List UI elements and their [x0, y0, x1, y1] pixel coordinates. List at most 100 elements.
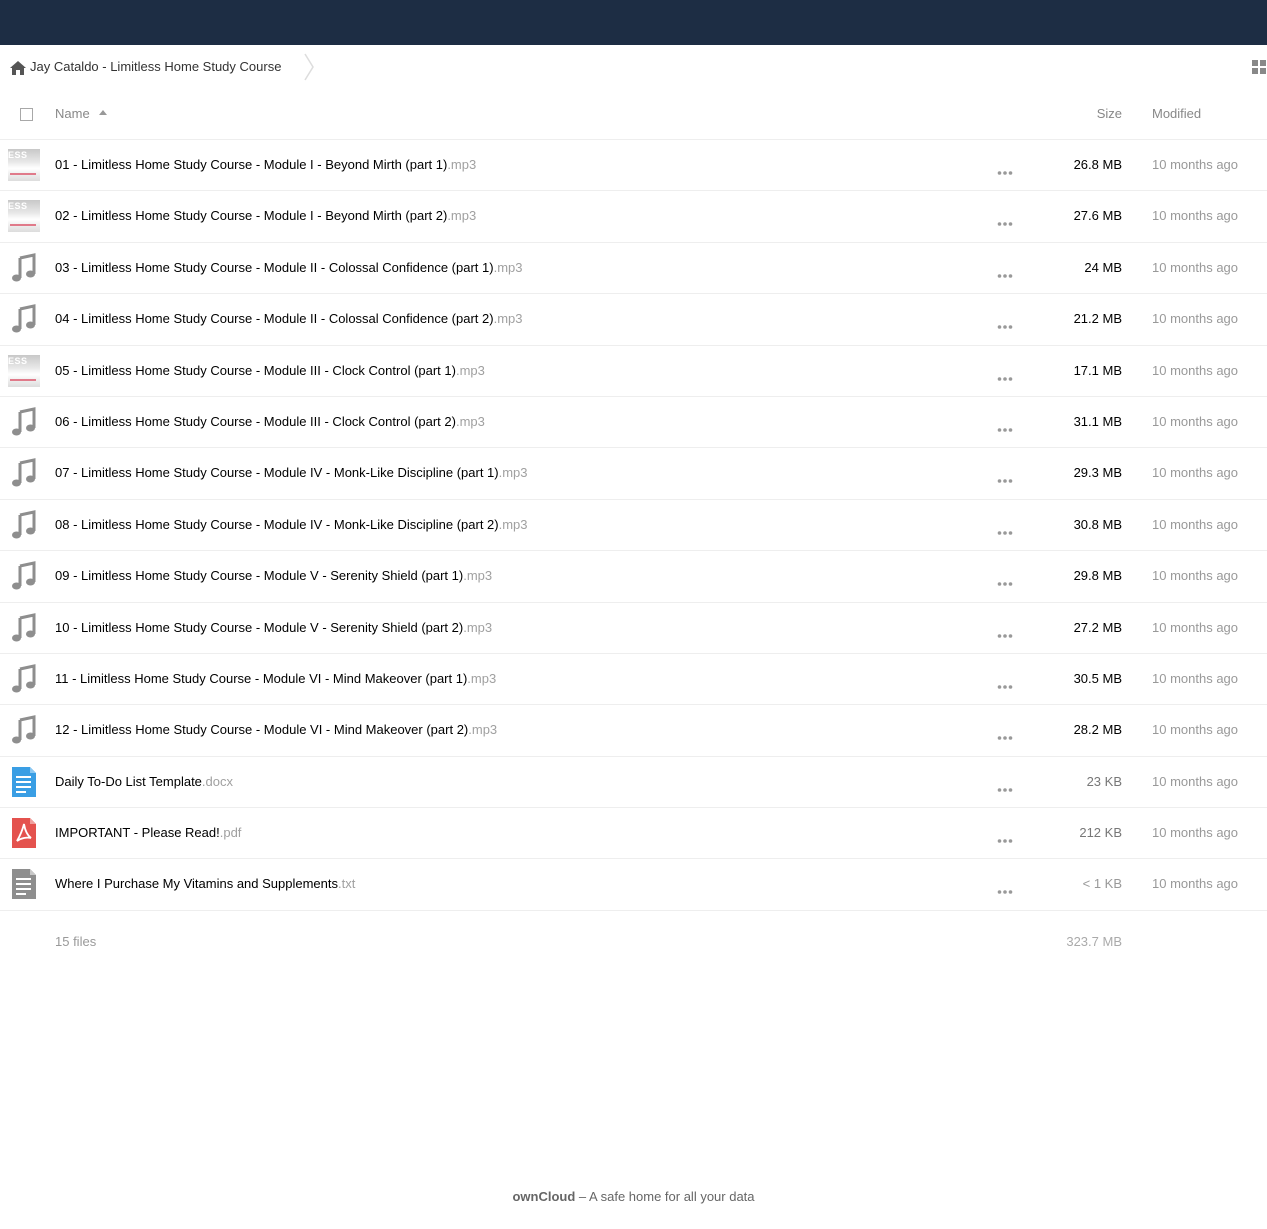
file-basename: Daily To-Do List Template — [55, 773, 202, 789]
file-name[interactable]: 07 - Limitless Home Study Course - Modul… — [55, 465, 528, 481]
sort-ascending-icon[interactable] — [99, 110, 107, 115]
file-row[interactable]: 06 - Limitless Home Study Course - Modul… — [0, 397, 1267, 449]
music-note-icon — [8, 303, 40, 335]
total-size: 323.7 MB — [1066, 934, 1122, 949]
file-name[interactable]: 08 - Limitless Home Study Course - Modul… — [55, 517, 528, 533]
music-note-icon — [8, 252, 40, 284]
more-actions-icon[interactable] — [997, 266, 1013, 278]
file-row[interactable]: Daily To-Do List Template.docx 23 KB 10 mo… — [0, 757, 1267, 809]
text-file-icon — [8, 868, 40, 900]
pdf-icon — [8, 817, 40, 849]
more-actions-icon[interactable] — [997, 728, 1013, 741]
file-row[interactable]: 09 - Limitless Home Study Course - Modul… — [0, 551, 1267, 603]
file-size: 28.2 MB — [1073, 722, 1122, 738]
more-actions-icon[interactable] — [997, 882, 1013, 895]
file-modified: 10 months ago — [1152, 876, 1239, 892]
file-size: < 1 KB — [1082, 876, 1122, 892]
file-basename: IMPORTANT - Please Read! — [55, 825, 220, 841]
more-actions-icon[interactable] — [997, 831, 1013, 843]
file-count: 15 files — [55, 934, 97, 949]
footer-tagline: – A safe home for all your data — [575, 1189, 755, 1204]
file-modified: 10 months ago — [1152, 259, 1239, 275]
file-extension: .mp3 — [463, 568, 493, 584]
file-row[interactable]: ESS 02 - Limitless Home Study Course - Mo… — [0, 191, 1267, 243]
column-header-name[interactable]: Name — [55, 106, 90, 122]
file-basename: 08 - Limitless Home Study Course - Modul… — [55, 516, 499, 532]
more-actions-icon[interactable] — [997, 214, 1013, 227]
more-actions-icon[interactable] — [997, 626, 1013, 638]
music-note-icon — [8, 457, 40, 489]
column-header-modified[interactable]: Modified — [1152, 106, 1201, 122]
select-all-checkbox[interactable] — [20, 108, 33, 121]
file-name[interactable]: 05 - Limitless Home Study Course - Modul… — [55, 363, 485, 379]
file-row[interactable]: 10 - Limitless Home Study Course - Modul… — [0, 603, 1267, 654]
file-extension: .mp3 — [493, 259, 523, 275]
file-size: 29.3 MB — [1073, 465, 1122, 481]
file-extension: .mp3 — [467, 670, 497, 686]
footer-brand[interactable]: ownCloud — [512, 1189, 575, 1204]
more-actions-icon[interactable] — [997, 677, 1013, 689]
thumbnail-text: ESS — [8, 201, 28, 212]
more-actions-icon[interactable] — [997, 163, 1013, 175]
file-extension: .mp3 — [468, 722, 498, 738]
file-modified: 10 months ago — [1152, 619, 1239, 635]
file-row[interactable]: 07 - Limitless Home Study Course - Modul… — [0, 448, 1267, 500]
file-name[interactable]: 06 - Limitless Home Study Course - Modul… — [55, 414, 485, 430]
file-size: 17.1 MB — [1073, 362, 1122, 378]
file-basename: 07 - Limitless Home Study Course - Modul… — [55, 465, 499, 481]
file-name[interactable]: 02 - Limitless Home Study Course - Modul… — [55, 208, 476, 224]
file-size: 26.8 MB — [1073, 157, 1122, 172]
file-row[interactable]: ESS 05 - Limitless Home Study Course - Mo… — [0, 346, 1267, 397]
file-name[interactable]: 12 - Limitless Home Study Course - Modul… — [55, 722, 497, 738]
file-extension: .mp3 — [447, 157, 477, 172]
file-extension: .docx — [201, 773, 233, 789]
music-note-icon — [8, 509, 40, 541]
footer: ownCloud – A safe home for all your data — [0, 1189, 1267, 1204]
thumbnail-text: ESS — [8, 150, 28, 160]
file-name[interactable]: 10 - Limitless Home Study Course - Modul… — [55, 620, 492, 636]
file-row[interactable]: 04 - Limitless Home Study Course - Modul… — [0, 294, 1267, 346]
more-actions-icon[interactable] — [997, 523, 1013, 535]
breadcrumb-folder[interactable]: Jay Cataldo - Limitless Home Study Cours… — [30, 59, 281, 75]
breadcrumb: Jay Cataldo - Limitless Home Study Cours… — [0, 45, 1267, 89]
file-list: ESS 01 - Limitless Home Study Course - Mo… — [0, 140, 1267, 911]
column-header-size[interactable]: Size — [1097, 106, 1122, 122]
file-modified: 10 months ago — [1152, 825, 1239, 841]
file-row[interactable]: IMPORTANT - Please Read!.pdf 212 KB 10 mon… — [0, 808, 1267, 860]
more-actions-icon[interactable] — [997, 471, 1013, 484]
file-modified: 10 months ago — [1152, 722, 1239, 738]
file-row[interactable]: 03 - Limitless Home Study Course - Modul… — [0, 243, 1267, 295]
more-actions-icon[interactable] — [997, 574, 1013, 586]
more-actions-icon[interactable] — [997, 780, 1013, 792]
file-name[interactable]: 11 - Limitless Home Study Course - Modul… — [55, 671, 496, 687]
file-row[interactable]: 08 - Limitless Home Study Course - Modul… — [0, 500, 1267, 552]
file-modified: 10 months ago — [1152, 465, 1239, 481]
file-name[interactable]: 03 - Limitless Home Study Course - Modul… — [55, 260, 522, 276]
file-name[interactable]: 09 - Limitless Home Study Course - Modul… — [55, 568, 492, 584]
file-name[interactable]: Daily To-Do List Template.docx — [55, 774, 233, 790]
file-list-header: Name Size Modified — [0, 89, 1267, 140]
file-basename: 10 - Limitless Home Study Course - Modul… — [55, 619, 464, 635]
home-icon[interactable] — [9, 59, 27, 77]
file-size: 27.6 MB — [1073, 208, 1122, 224]
more-actions-icon[interactable] — [997, 369, 1013, 381]
file-row[interactable]: 12 - Limitless Home Study Course - Modul… — [0, 705, 1267, 757]
file-modified: 10 months ago — [1152, 568, 1239, 584]
file-name[interactable]: 04 - Limitless Home Study Course - Modul… — [55, 311, 522, 327]
file-row[interactable]: Where I Purchase My Vitamins and Supplem… — [0, 859, 1267, 911]
file-size: 29.8 MB — [1073, 568, 1122, 584]
file-row[interactable]: ESS 01 - Limitless Home Study Course - Mo… — [0, 140, 1267, 192]
grid-view-icon[interactable] — [1252, 60, 1267, 75]
top-header-bar — [0, 0, 1267, 45]
file-name[interactable]: IMPORTANT - Please Read!.pdf — [55, 825, 241, 841]
file-modified: 10 months ago — [1152, 157, 1239, 172]
thumbnail-text: ESS — [8, 355, 28, 366]
file-row[interactable]: 11 - Limitless Home Study Course - Modul… — [0, 654, 1267, 706]
more-actions-icon[interactable] — [997, 420, 1013, 432]
file-name[interactable]: Where I Purchase My Vitamins and Supplem… — [55, 876, 355, 892]
file-name[interactable]: 01 - Limitless Home Study Course - Modul… — [55, 157, 476, 173]
file-modified: 10 months ago — [1152, 773, 1239, 789]
file-basename: 09 - Limitless Home Study Course - Modul… — [55, 568, 464, 584]
more-actions-icon[interactable] — [997, 317, 1013, 329]
file-basename: 02 - Limitless Home Study Course - Modul… — [55, 208, 448, 224]
